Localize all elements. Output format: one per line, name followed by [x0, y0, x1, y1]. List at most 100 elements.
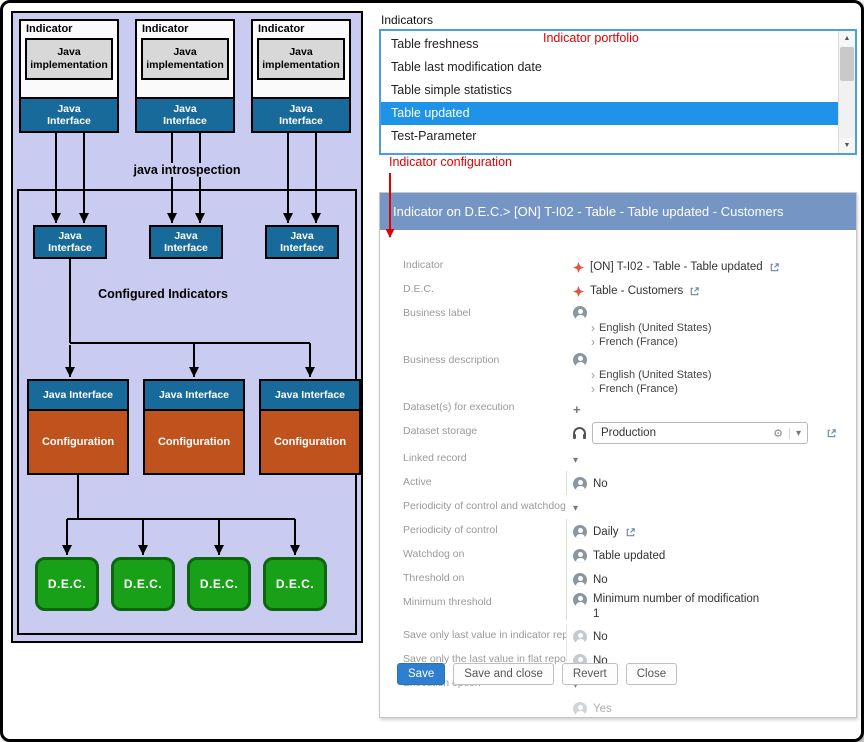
- java-interface-box: Java Interface: [145, 381, 243, 411]
- annotation-arrow: [383, 171, 399, 247]
- form-row-periodicity-of-control: Periodicity of control Daily: [380, 519, 856, 543]
- list-scrollbar[interactable]: ▲ ▼: [838, 31, 855, 153]
- configured-indicator-box-1: Java Interface Configuration: [27, 379, 129, 475]
- introspection-label: java introspection: [128, 163, 247, 177]
- scroll-up-button[interactable]: ▲: [839, 31, 855, 46]
- field-label: Periodicity of control and watchdog: [403, 495, 566, 514]
- field-label: Minimum threshold: [403, 591, 566, 610]
- configuration-box: Configuration: [145, 411, 243, 473]
- save-and-close-button[interactable]: Save and close: [453, 663, 554, 685]
- field-label: Dataset storage: [403, 420, 566, 439]
- indicator-list-items: Table freshness Table last modification …: [381, 33, 838, 148]
- close-button[interactable]: Close: [626, 663, 677, 685]
- record-icon: [573, 286, 584, 297]
- indicators-list-label: Indicators: [381, 13, 433, 27]
- form-row-watchdog-on: Watchdog on Table updated: [380, 543, 856, 567]
- field-value: ›English (United States) ›French (France…: [566, 302, 856, 348]
- field-label: Watchdog on: [403, 543, 566, 562]
- field-value: Daily: [566, 519, 856, 543]
- java-interface-box: Java Interface: [253, 97, 349, 131]
- user-icon: [573, 549, 587, 563]
- form-row-datasets-for-execution: Dataset(s) for execution +: [380, 396, 856, 420]
- field-label: Business label: [403, 302, 566, 321]
- language-entry[interactable]: ›English (United States): [591, 322, 712, 334]
- user-icon: [573, 630, 587, 644]
- form-row-dec: D.E.C. Table - Customers: [380, 278, 856, 302]
- field-value: Yes: [566, 696, 856, 720]
- indicator-group-3: Indicator Java implementation Java Inter…: [251, 19, 351, 133]
- form-row-business-description: Business description ›English (United St…: [380, 349, 856, 396]
- chevron-down-icon[interactable]: ▾: [789, 428, 801, 439]
- save-button[interactable]: Save: [397, 663, 445, 685]
- user-icon: [573, 477, 587, 491]
- field-value: No: [566, 567, 856, 591]
- chevron-right-icon: ›: [591, 383, 595, 395]
- annotation-indicator-configuration: Indicator configuration: [389, 155, 512, 169]
- user-icon: [573, 525, 587, 539]
- expand-caret-icon[interactable]: ▾: [573, 503, 578, 514]
- field-value: No: [566, 471, 856, 495]
- field-label: Active: [403, 471, 566, 490]
- language-entry[interactable]: ›English (United States): [591, 369, 712, 381]
- external-link-icon[interactable]: [826, 428, 837, 439]
- add-dataset-button[interactable]: +: [573, 402, 581, 417]
- dec-box: D.E.C.: [263, 557, 327, 611]
- configured-indicators-label: Configured Indicators: [93, 287, 233, 301]
- dataset-storage-combobox[interactable]: Production ⚙ ▾: [592, 422, 808, 444]
- form-row-business-label: Business label ›English (United States) …: [380, 302, 856, 349]
- java-interface-box: Java Interface: [265, 225, 339, 259]
- revert-button[interactable]: Revert: [562, 663, 618, 685]
- panel-title: Indicator on D.E.C.> [ON] T-I02 - Table …: [380, 193, 856, 230]
- language-entry[interactable]: ›French (France): [591, 336, 678, 348]
- form-row-indicator: Indicator [ON] T-I02 - Table - Table upd…: [380, 254, 856, 278]
- field-label: Periodicity of control: [403, 519, 566, 538]
- configuration-box: Configuration: [261, 411, 359, 473]
- external-link-icon[interactable]: [689, 286, 700, 297]
- list-item[interactable]: Table last modification date: [381, 56, 838, 79]
- field-value: Table - Customers: [566, 278, 856, 302]
- annotation-indicator-portfolio: Indicator portfolio: [543, 31, 639, 45]
- dec-box: D.E.C.: [111, 557, 175, 611]
- form-row-threshold-on: Threshold on No: [380, 567, 856, 591]
- expand-caret-icon[interactable]: ▾: [573, 455, 578, 466]
- field-value: ▾: [566, 495, 856, 519]
- scroll-down-button[interactable]: ▼: [839, 138, 855, 153]
- java-interface-box: Java Interface: [33, 225, 107, 259]
- list-item[interactable]: Test-Parameter: [381, 125, 838, 148]
- field-value: No: [566, 624, 856, 648]
- field-value: ▾: [566, 447, 856, 471]
- external-link-icon[interactable]: [769, 262, 780, 273]
- java-interface-box: Java Interface: [21, 97, 117, 131]
- chevron-right-icon: ›: [591, 322, 595, 334]
- java-implementation-box: Java implementation: [141, 38, 229, 80]
- java-interface-box: Java Interface: [137, 97, 233, 131]
- gear-icon[interactable]: ⚙: [773, 427, 783, 440]
- user-icon: [573, 573, 587, 587]
- form-row-active: Active No: [380, 471, 856, 495]
- language-entry[interactable]: ›French (France): [591, 383, 678, 395]
- list-item[interactable]: Table simple statistics: [381, 79, 838, 102]
- dec-box: D.E.C.: [35, 557, 99, 611]
- user-icon: [573, 306, 587, 320]
- user-icon: [573, 353, 587, 367]
- external-link-icon[interactable]: [625, 527, 636, 538]
- architecture-diagram: Indicator Java implementation Java Inter…: [11, 11, 363, 643]
- field-value: Production ⚙ ▾: [566, 420, 856, 444]
- form-row-periodicity-group: Periodicity of control and watchdog ▾: [380, 495, 856, 519]
- java-interface-box: Java Interface: [149, 225, 223, 259]
- field-value: +: [566, 396, 856, 420]
- chevron-right-icon: ›: [591, 369, 595, 381]
- configured-indicator-box-3: Java Interface Configuration: [259, 379, 361, 475]
- list-item-selected[interactable]: Table updated: [381, 102, 838, 125]
- form-row-linked-record: Linked record ▾: [380, 447, 856, 471]
- field-label: D.E.C.: [403, 278, 566, 297]
- chevron-right-icon: ›: [591, 336, 595, 348]
- scrollbar-thumb[interactable]: [840, 47, 854, 81]
- indicator-group-1: Indicator Java implementation Java Inter…: [19, 19, 119, 133]
- headset-icon: [573, 427, 586, 439]
- action-buttons: Save Save and close Revert Close: [397, 663, 677, 685]
- indicator-listbox[interactable]: Table freshness Table last modification …: [379, 29, 857, 155]
- form-row-dataset-storage: Dataset storage Production ⚙ ▾: [380, 420, 856, 447]
- field-value: [ON] T-I02 - Table - Table updated: [566, 254, 856, 278]
- user-icon: [573, 702, 587, 716]
